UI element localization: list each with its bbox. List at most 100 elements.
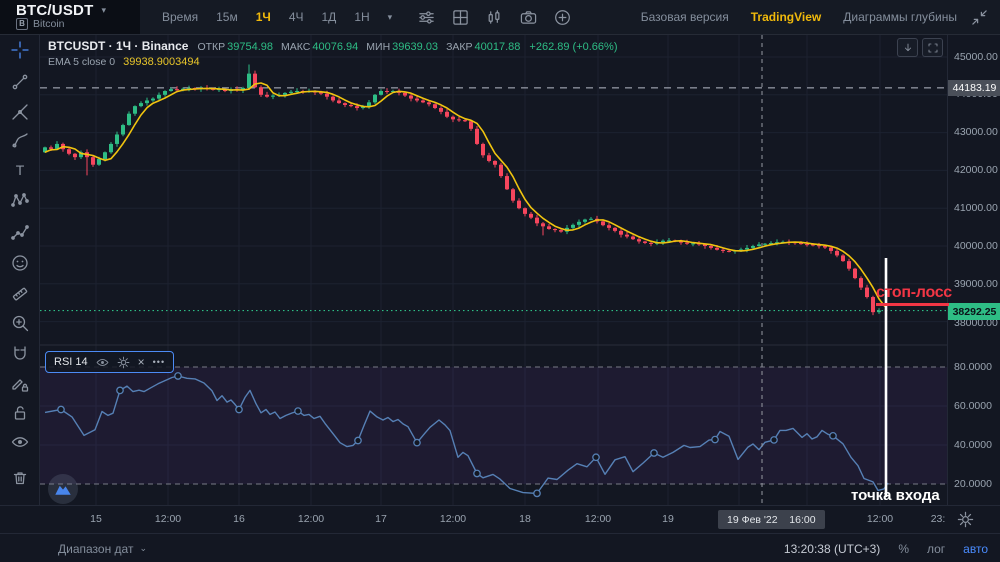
last-price-badge: 38292.25 [948, 303, 1000, 320]
header-link-базовая[interactable]: Базовая версия [641, 10, 729, 24]
drawing-mode-tool[interactable] [10, 374, 30, 394]
trading-app: BTC/USDT ▾ B Bitcoin Время 15м 1Ч 4Ч 1Д 1Н ▾… [0, 0, 1000, 562]
time-tick: 18 [519, 513, 531, 525]
ema-value: 39938.9003494 [123, 56, 199, 68]
symbol-block[interactable]: BTC/USDT ▾ B Bitcoin [0, 0, 140, 34]
trend-line-tool[interactable] [10, 72, 30, 92]
time-tick: 16 [233, 513, 245, 525]
brush-tool[interactable] [10, 131, 30, 151]
price-tick: 39000.00 [954, 278, 998, 290]
text-tool[interactable]: T [10, 160, 30, 180]
close-icon[interactable]: × [138, 356, 145, 368]
log-scale-button[interactable]: лог [927, 542, 945, 556]
rsi-title: RSI 14 [54, 356, 88, 368]
ohlc-label: МАКС [281, 41, 310, 53]
bitcoin-icon: B [16, 18, 28, 30]
ruler-tool[interactable] [10, 284, 30, 304]
remove-all-tool[interactable] [10, 468, 30, 488]
timeframe-chevron-icon[interactable]: ▾ [388, 12, 393, 23]
xabcd-pattern-tool[interactable] [10, 190, 30, 210]
templates-grid-icon[interactable] [452, 9, 469, 26]
forecast-tool[interactable] [10, 222, 30, 242]
ema-line[interactable] [45, 83, 885, 307]
stop-loss-line[interactable] [876, 303, 949, 306]
legend-change: +262.89 (+0.66%) [529, 41, 617, 53]
percent-scale-button[interactable]: % [898, 542, 909, 556]
time-axis[interactable]: 1512:001612:001712:001812:00192012:0023:… [0, 505, 1000, 534]
main-chart-svg[interactable] [40, 35, 947, 505]
ohlc-value: 40017.88 [475, 41, 521, 53]
rsi-band [40, 367, 947, 484]
chart-style-icon[interactable] [486, 9, 503, 26]
price-tick: 60.0000 [954, 400, 992, 412]
price-tick: 40000.00 [954, 240, 998, 252]
auto-scale-button[interactable]: авто [963, 542, 988, 556]
hide-all-tool[interactable] [10, 432, 30, 452]
time-tick: 23: [931, 513, 946, 525]
drawing-toolbar: T [0, 35, 40, 533]
ohlc-label: МИН [366, 41, 390, 53]
ohlc-value: 40076.94 [312, 41, 358, 53]
ema-legend[interactable]: EMA 5 close 0 39938.9003494 [48, 56, 200, 68]
timeframe-1Д[interactable]: 1Д [322, 10, 337, 24]
ohlc-values: ОТКР39754.98 МАКС40076.94 МИН39639.03 ЗАКР4… [197, 41, 520, 53]
pitchfork-tool[interactable] [10, 102, 30, 122]
price-tick: 45000.00 [954, 51, 998, 63]
timeframe-1Ч[interactable]: 1Ч [256, 10, 271, 24]
timeframe-list: 15м 1Ч 4Ч 1Д 1Н [216, 10, 370, 24]
header-links: Базовая версия TradingView Диаграммы глуби… [641, 10, 971, 24]
rsi-indicator-legend[interactable]: RSI 14 × ••• [45, 351, 174, 373]
chevron-down-icon: ⌄ [139, 543, 147, 554]
price-tick: 41000.00 [954, 202, 998, 214]
zoom-in-tool[interactable] [10, 313, 30, 333]
ohlc-label: ОТКР [197, 41, 225, 53]
time-tick: 12:00 [867, 513, 893, 525]
crosshair-tool[interactable] [10, 40, 30, 60]
price-tick: 43000.00 [954, 126, 998, 138]
ohlc-value: 39639.03 [392, 41, 438, 53]
crosshair-time-badge: 19 Фев '22 16:00 [718, 510, 825, 529]
header-link-tradingview[interactable]: TradingView [751, 10, 821, 24]
date-range-menu[interactable]: Диапазон дат ⌄ [58, 542, 147, 556]
resistance-price-badge: 44183.19 [948, 80, 1000, 96]
scroll-to-recent-button[interactable] [897, 38, 918, 57]
add-icon[interactable] [554, 9, 571, 26]
price-tick: 42000.00 [954, 164, 998, 176]
entry-point-label[interactable]: точка входа [851, 487, 940, 504]
header: BTC/USDT ▾ B Bitcoin Время 15м 1Ч 4Ч 1Д 1Н ▾… [0, 0, 1000, 35]
emoji-tool[interactable] [10, 253, 30, 273]
timeframe-4Ч[interactable]: 4Ч [289, 10, 304, 24]
timeframe-15м[interactable]: 15м [216, 10, 238, 24]
more-icon[interactable]: ••• [153, 357, 165, 367]
header-link-диаграммы[interactable]: Диаграммы глубины [843, 10, 957, 24]
indicators-icon[interactable] [418, 9, 435, 26]
fullscreen-button[interactable] [922, 38, 943, 57]
time-tick: 12:00 [298, 513, 324, 525]
camera-icon[interactable] [520, 9, 537, 26]
collapse-icon[interactable] [971, 9, 1000, 26]
legend-title[interactable]: BTCUSDT · 1Ч · Binance [48, 39, 188, 53]
lock-all-tool[interactable] [10, 403, 30, 423]
ema-label: EMA 5 close 0 [48, 56, 115, 68]
chevron-down-icon: ▾ [101, 5, 106, 16]
time-tick: 12:00 [585, 513, 611, 525]
price-axis[interactable]: 45000.0044000.0043000.0042000.0041000.00… [947, 35, 1000, 505]
ohlc-value: 39754.98 [227, 41, 273, 53]
candlestick-series [43, 65, 881, 316]
timezone-gear-icon[interactable] [957, 511, 974, 528]
ohlc-label: ЗАКР [446, 41, 472, 53]
price-tick: 80.0000 [954, 361, 992, 373]
chart-pane[interactable]: BTCUSDT · 1Ч · Binance ОТКР39754.98МАКС4… [40, 35, 947, 505]
stop-loss-label[interactable]: стоп-лосс [876, 284, 952, 302]
eye-icon[interactable] [96, 356, 109, 369]
symbol-title[interactable]: BTC/USDT [16, 2, 93, 19]
clock[interactable]: 13:20:38 (UTC+3) [784, 542, 880, 556]
timeframe-1Н[interactable]: 1Н [354, 10, 369, 24]
gear-icon[interactable] [117, 356, 130, 369]
price-tick: 20.0000 [954, 478, 992, 490]
time-tick: 12:00 [155, 513, 181, 525]
time-menu[interactable]: Время [162, 10, 198, 24]
time-tick: 19 [662, 513, 674, 525]
time-tick: 17 [375, 513, 387, 525]
magnet-tool[interactable] [10, 344, 30, 364]
